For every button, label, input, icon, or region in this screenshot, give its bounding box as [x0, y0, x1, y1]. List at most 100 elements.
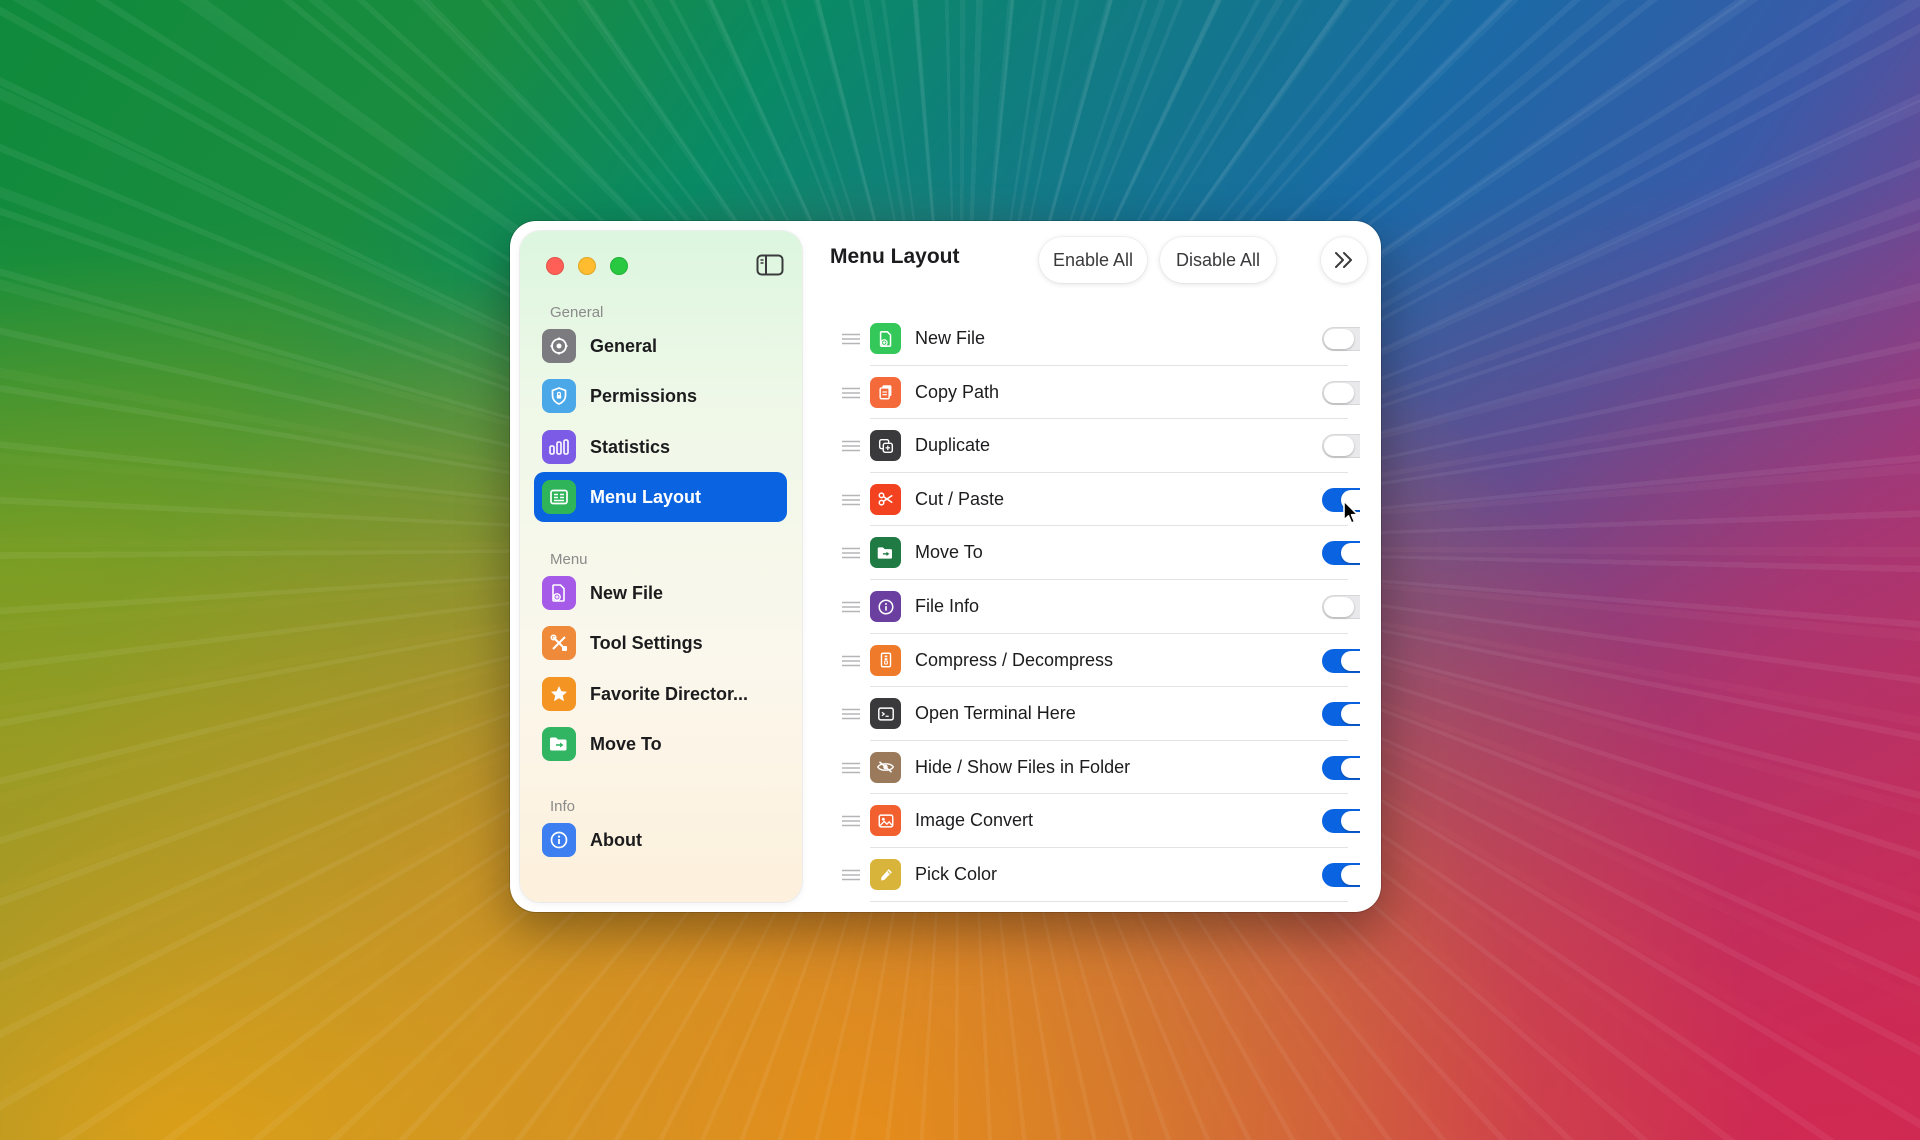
menu-item-label: New File: [915, 328, 986, 348]
list-item: Image Convert: [830, 794, 1360, 848]
drag-handle-icon[interactable]: [842, 708, 860, 720]
sidebar-item-label: Menu Layout: [590, 486, 701, 507]
more-options-button[interactable]: [1321, 237, 1367, 283]
duplicate-icon: [870, 430, 901, 462]
sidebar-toggle-icon[interactable]: [756, 254, 784, 276]
sidebar-item-permissions[interactable]: Permissions: [534, 371, 787, 421]
drag-handle-icon[interactable]: [842, 869, 860, 881]
info-icon: [542, 823, 576, 857]
minimize-window-button[interactable]: [578, 257, 596, 275]
drag-handle-icon[interactable]: [842, 387, 860, 399]
toggle-image-convert[interactable]: [1322, 809, 1360, 834]
toggle-new-file[interactable]: [1322, 327, 1360, 351]
copy-path-icon: [870, 376, 901, 408]
close-window-button[interactable]: [546, 257, 564, 275]
toggle-knob: [1341, 811, 1360, 832]
terminal-icon: [870, 698, 901, 730]
sidebar-item-tool-settings[interactable]: Tool Settings: [534, 618, 787, 668]
archive-icon: [870, 644, 901, 676]
sidebar-item-label: Tool Settings: [590, 632, 703, 653]
sidebar-item-label: Favorite Director...: [590, 683, 749, 704]
toggle-copy-path[interactable]: [1322, 380, 1360, 405]
list-item: Compress / Decompress: [830, 634, 1360, 688]
bar-chart-icon: [542, 430, 576, 464]
sidebar-item-label: New File: [590, 582, 664, 603]
toggle-open-terminal-here[interactable]: [1322, 702, 1360, 727]
sidebar-item-about[interactable]: About: [534, 815, 787, 865]
sidebar-item-label: About: [590, 829, 642, 850]
sidebar-item-favorite-directories[interactable]: Favorite Director...: [534, 669, 787, 719]
disable-all-button[interactable]: Disable All: [1160, 237, 1276, 283]
sidebar-item-label: Move To: [590, 733, 662, 754]
menu-item-label: Open Terminal Here: [915, 703, 1076, 724]
toggle-knob: [1341, 650, 1360, 671]
menu-item-label: Cut / Paste: [915, 488, 1005, 509]
toggle-knob: [1341, 757, 1360, 778]
menu-item-label: Duplicate: [915, 435, 991, 456]
zoom-window-button[interactable]: [610, 257, 628, 275]
toggle-duplicate[interactable]: [1322, 434, 1360, 459]
image-icon: [870, 805, 901, 837]
toggle-hide-show-files[interactable]: [1322, 755, 1360, 780]
tools-icon: [542, 626, 576, 660]
drag-handle-icon[interactable]: [842, 601, 860, 613]
settings-window: General General Permissions Statistics M…: [510, 221, 1381, 912]
sidebar-item-new-file[interactable]: New File: [534, 568, 787, 618]
sidebar-item-general[interactable]: General: [534, 321, 787, 371]
info-icon: [870, 591, 901, 622]
toggle-knob: [1324, 436, 1354, 457]
eyedropper-icon: [870, 859, 901, 890]
drag-handle-icon[interactable]: [842, 494, 860, 506]
drag-handle-icon[interactable]: [842, 547, 860, 559]
folder-move-icon: [870, 537, 901, 569]
list-item: New File: [830, 312, 1360, 366]
sidebar-item-menu-layout[interactable]: Menu Layout: [534, 472, 787, 522]
new-file-icon: [542, 576, 576, 610]
list-item: Move To: [830, 526, 1360, 580]
star-icon: [542, 677, 576, 711]
sidebar-section-menu: Menu: [550, 551, 588, 568]
sidebar-item-label: Statistics: [590, 436, 671, 457]
sidebar-item-move-to[interactable]: Move To: [534, 719, 787, 769]
menu-item-label: Move To: [915, 542, 983, 563]
toggle-knob: [1341, 865, 1360, 885]
drag-handle-icon[interactable]: [842, 815, 860, 827]
toggle-pick-color[interactable]: [1322, 863, 1360, 887]
double-chevron-right-icon: [1335, 252, 1352, 268]
scissors-icon: [870, 483, 901, 515]
menu-item-label: Compress / Decompress: [915, 649, 1114, 670]
folder-move-icon: [542, 727, 576, 761]
menu-item-label: Copy Path: [915, 381, 1000, 402]
toggle-knob: [1324, 382, 1354, 403]
toggle-knob: [1324, 329, 1354, 349]
shield-icon: [542, 379, 576, 413]
list-item: [830, 902, 1360, 912]
list-item: Hide / Show Files in Folder: [830, 741, 1360, 795]
toggle-knob: [1324, 597, 1354, 617]
page-title: Menu Layout: [830, 245, 960, 268]
sidebar-item-label: General: [590, 335, 658, 356]
enable-all-button[interactable]: Enable All: [1039, 237, 1147, 283]
eye-slash-icon: [870, 751, 901, 783]
sidebar-item-label: Permissions: [590, 385, 698, 406]
list-item: Pick Color: [830, 848, 1360, 902]
toggle-compress-decompress[interactable]: [1322, 648, 1360, 673]
list-item: File Info: [830, 580, 1360, 634]
sidebar-item-statistics[interactable]: Statistics: [534, 422, 787, 472]
toggle-knob: [1341, 489, 1360, 510]
menu-item-label: Image Convert: [915, 810, 1034, 831]
menu-layout-icon: [542, 480, 576, 514]
new-file-icon: [870, 323, 901, 354]
drag-handle-icon[interactable]: [842, 655, 860, 667]
list-item: Duplicate: [830, 419, 1360, 473]
toggle-file-info[interactable]: [1322, 595, 1360, 619]
sidebar-section-general: General: [550, 304, 604, 321]
drag-handle-icon[interactable]: [842, 440, 860, 452]
drag-handle-icon[interactable]: [842, 333, 860, 345]
sidebar-section-info: Info: [550, 798, 576, 815]
sidebar: General General Permissions Statistics M…: [520, 231, 802, 902]
drag-handle-icon[interactable]: [842, 762, 860, 774]
toggle-move-to[interactable]: [1322, 541, 1360, 566]
list-item: Copy Path: [830, 366, 1360, 420]
toggle-cut-paste[interactable]: [1322, 487, 1360, 512]
